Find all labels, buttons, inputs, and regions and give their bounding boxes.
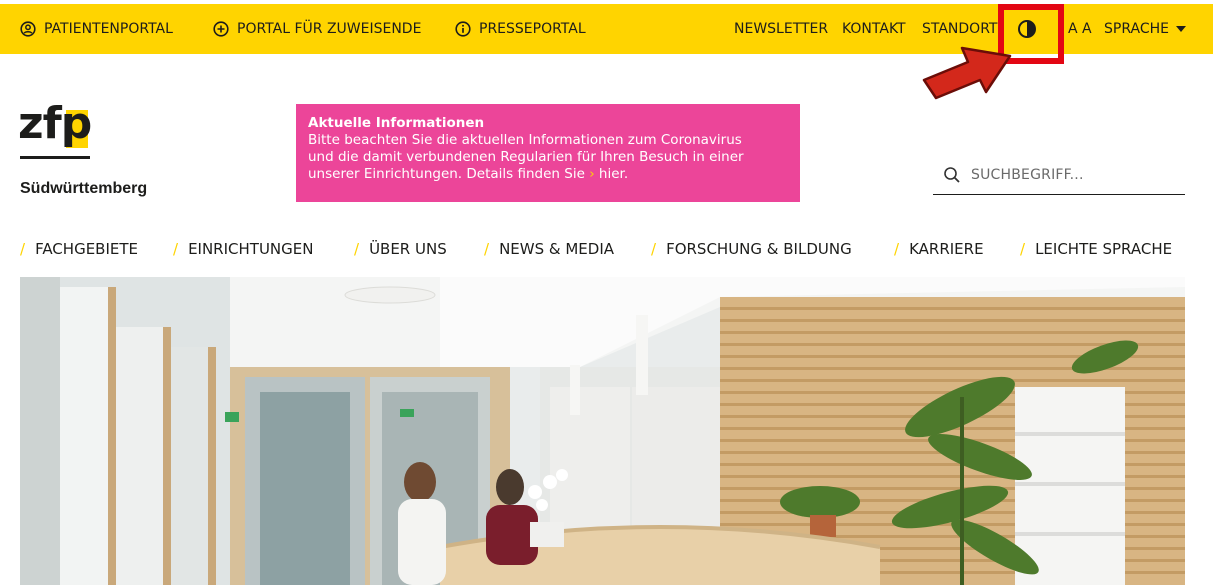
font-size-label: A A	[1068, 21, 1092, 37]
newsletter-label: NEWSLETTER	[734, 21, 829, 37]
zfp-logo[interactable]: zfp Südwürttemberg	[18, 98, 180, 204]
portal-zuweisende-label: PORTAL FÜR ZUWEISENDE	[237, 21, 422, 37]
info-circle-icon	[455, 21, 471, 37]
standorte-label: STANDORTE	[922, 21, 1002, 37]
contrast-icon	[1017, 19, 1037, 39]
search-icon[interactable]	[943, 166, 961, 184]
search-field	[933, 156, 1185, 195]
nav-item-einrichtungen[interactable]: / EINRICHTUNGEN	[173, 240, 313, 258]
logo-subtitle: Südwürttemberg	[20, 180, 148, 197]
nav-item-news-media[interactable]: / NEWS & MEDIA	[484, 240, 614, 258]
info-details-link[interactable]: hier.	[599, 166, 628, 182]
patientenportal-link[interactable]: PATIENTENPORTAL	[20, 4, 173, 54]
kontakt-link[interactable]: KONTAKT	[842, 4, 906, 54]
language-label: SPRACHE	[1104, 21, 1169, 37]
portal-zuweisende-link[interactable]: PORTAL FÜR ZUWEISENDE	[213, 4, 421, 54]
annotation-arrow-icon	[920, 42, 1015, 100]
patientenportal-label: PATIENTENPORTAL	[44, 21, 173, 37]
main-navigation: / FACHGEBIETE / EINRICHTUNGEN / ÜBER UNS / N…	[0, 238, 1213, 266]
info-title: Aktuelle Informationen	[308, 115, 485, 131]
newsletter-link[interactable]: NEWSLETTER	[734, 4, 828, 54]
person-circle-icon	[20, 21, 36, 37]
info-line-1: Bitte beachten Sie die aktuellen Informa…	[308, 132, 742, 148]
logo-mark: zfp	[18, 98, 96, 162]
nav-item-ueber-uns[interactable]: / ÜBER UNS	[354, 240, 447, 258]
nav-item-forschung-bildung[interactable]: / FORSCHUNG & BILDUNG	[651, 240, 852, 258]
font-size-toggle[interactable]: A A	[1068, 4, 1092, 54]
contrast-toggle-button[interactable]	[1014, 14, 1040, 44]
info-notice-box: Aktuelle Informationen Bitte beachten Si…	[296, 104, 800, 202]
plus-circle-icon	[213, 21, 229, 37]
hero-image	[20, 277, 1185, 585]
chevron-right-icon: ›	[589, 166, 595, 182]
nav-item-fachgebiete[interactable]: / FACHGEBIETE	[20, 240, 138, 258]
search-input[interactable]	[971, 167, 1171, 183]
kontakt-label: KONTAKT	[842, 21, 906, 37]
nav-item-leichte-sprache[interactable]: / LEICHTE SPRACHE	[1020, 240, 1172, 258]
nav-item-karriere[interactable]: / KARRIERE	[894, 240, 984, 258]
presseportal-link[interactable]: PRESSEPORTAL	[455, 4, 586, 54]
caret-down-icon	[1175, 26, 1186, 32]
info-line-3: unserer Einrichtungen. Details finden Si…	[308, 166, 585, 182]
presseportal-label: PRESSEPORTAL	[479, 21, 586, 37]
language-dropdown[interactable]: SPRACHE	[1104, 4, 1186, 54]
logo-mark-text: zfp	[18, 98, 92, 149]
info-line-2: und die damit verbundenen Regularien für…	[308, 149, 744, 165]
